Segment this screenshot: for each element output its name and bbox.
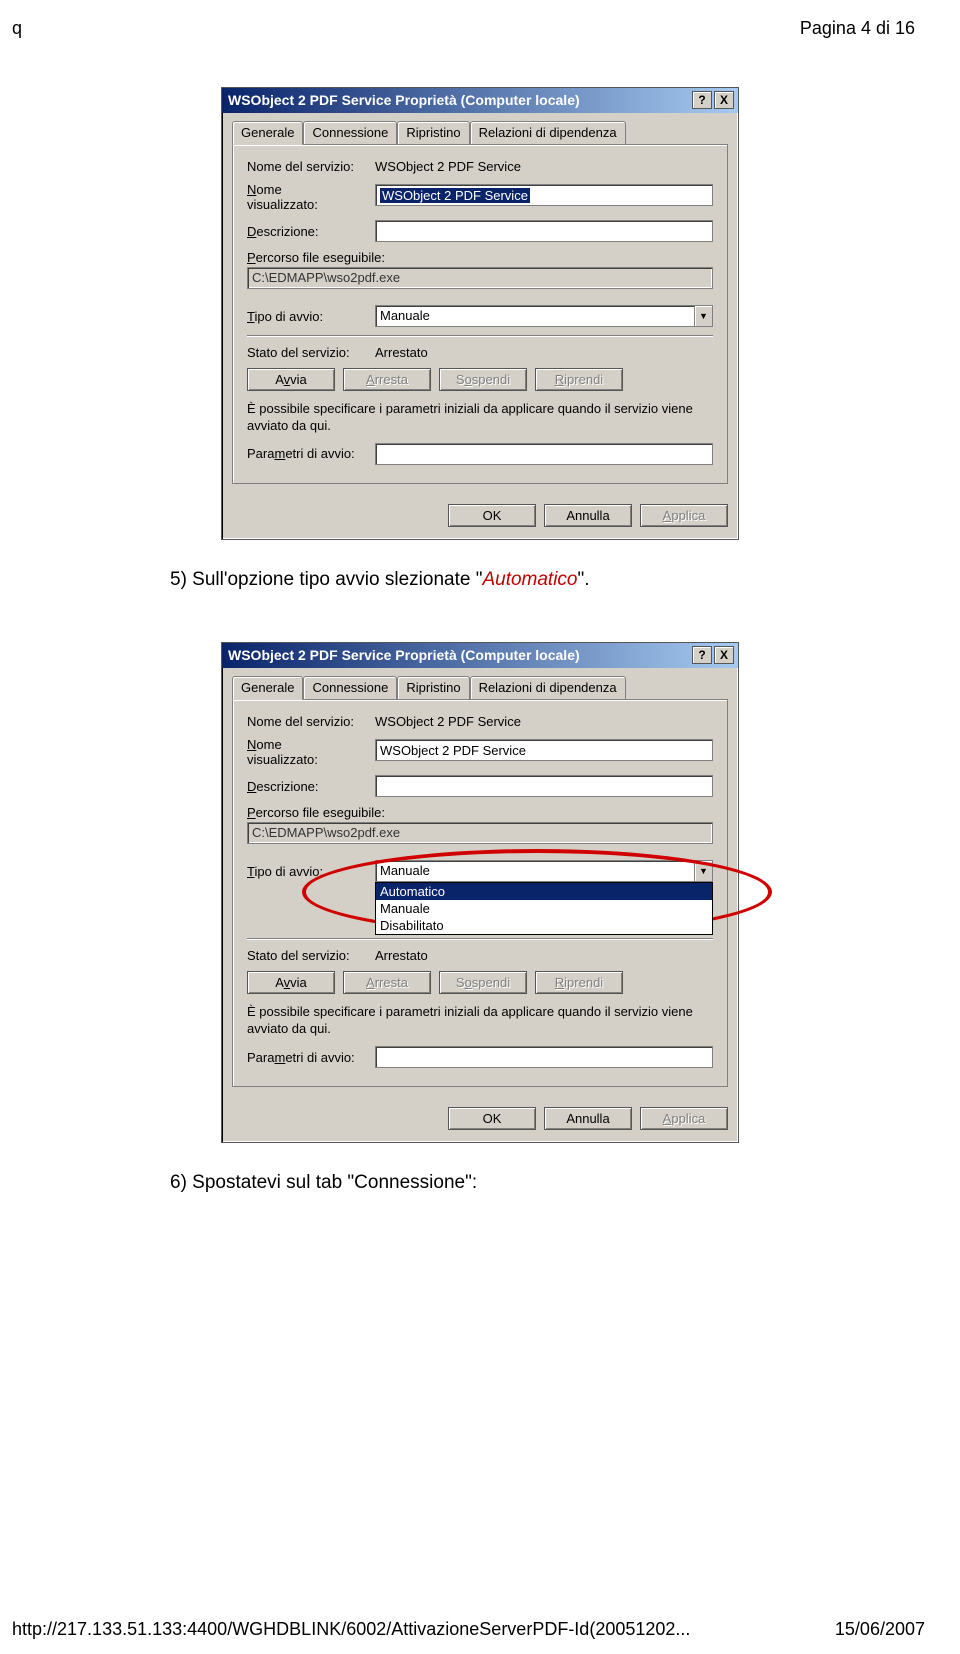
label-percorso: Percorso file eseguibile: (247, 250, 713, 265)
ok-button[interactable]: OK (448, 504, 536, 527)
riprendi-button-2: Riprendi (535, 971, 623, 994)
help-button[interactable]: ? (692, 91, 712, 109)
label-percorso-2: Percorso file eseguibile: (247, 805, 713, 820)
value-stato: Arrestato (375, 345, 428, 360)
descrizione-input-2[interactable] (375, 775, 713, 797)
label-nome-vis: Nome visualizzato: (247, 182, 375, 212)
header-left: q (12, 18, 22, 39)
applica-button: Applica (640, 504, 728, 527)
param-input-2[interactable] (375, 1046, 713, 1068)
label-descrizione-2: Descrizione: (247, 779, 375, 794)
tab-connessione-2[interactable]: Connessione (303, 676, 397, 699)
instruction-5: 5) Sull'opzione tipo avvio slezionate "A… (140, 566, 820, 595)
tipo-avvio-value: Manuale (376, 306, 694, 326)
tab-generale[interactable]: Generale (232, 121, 303, 145)
tipo-avvio-value-2: Manuale (376, 861, 694, 881)
dialog-1: WSObject 2 PDF Service Proprietà (Comput… (221, 87, 739, 540)
tabstrip: Generale Connessione Ripristino Relazion… (232, 121, 728, 144)
note-text-2: È possibile specificare i parametri iniz… (247, 1004, 713, 1038)
close-button[interactable]: X (714, 91, 734, 109)
riprendi-button: Riprendi (535, 368, 623, 391)
title-text-2: WSObject 2 PDF Service Proprietà (Comput… (228, 647, 692, 663)
avvia-button[interactable]: Avvia (247, 368, 335, 391)
label-tipo-avvio: Tipo di avvio: (247, 309, 375, 324)
sospendi-button-2: Sospendi (439, 971, 527, 994)
value-stato-2: Arrestato (375, 948, 428, 963)
option-manuale[interactable]: Manuale (376, 900, 712, 917)
label-descrizione: Descrizione: (247, 224, 375, 239)
descrizione-input[interactable] (375, 220, 713, 242)
tab-ripristino-2[interactable]: Ripristino (397, 676, 469, 699)
titlebar-2[interactable]: WSObject 2 PDF Service Proprietà (Comput… (222, 643, 738, 668)
arresta-button: Arresta (343, 368, 431, 391)
percorso-value: C:\EDMAPP\wso2pdf.exe (247, 267, 713, 289)
percorso-value-2: C:\EDMAPP\wso2pdf.exe (247, 822, 713, 844)
instruction-6: 6) Spostatevi sul tab "Connessione": (140, 1169, 820, 1198)
chevron-down-icon[interactable]: ▼ (694, 306, 712, 326)
arresta-button-2: Arresta (343, 971, 431, 994)
footer-date: 15/06/2007 (835, 1619, 925, 1640)
footer-url: http://217.133.51.133:4400/WGHDBLINK/600… (12, 1619, 690, 1640)
tipo-avvio-dropdown[interactable]: Automatico Manuale Disabilitato (375, 882, 713, 935)
nome-vis-input[interactable]: WSObject 2 PDF Service (375, 184, 713, 206)
tab-relazioni-2[interactable]: Relazioni di dipendenza (470, 676, 626, 699)
page-header: q Pagina 4 di 16 (0, 0, 960, 39)
tab-ripristino[interactable]: Ripristino (397, 121, 469, 144)
label-param: Parametri di avvio: (247, 446, 375, 461)
close-button-2[interactable]: X (714, 646, 734, 664)
tab-generale-2[interactable]: Generale (232, 676, 303, 700)
label-nome-vis-2: Nomevisualizzato: (247, 737, 375, 767)
value-nome-servizio: WSObject 2 PDF Service (375, 159, 713, 174)
title-text: WSObject 2 PDF Service Proprietà (Comput… (228, 92, 692, 108)
param-input[interactable] (375, 443, 713, 465)
chevron-down-icon-2[interactable]: ▼ (694, 861, 712, 881)
tipo-avvio-combo-2[interactable]: Manuale ▼ (375, 860, 713, 882)
help-button-2[interactable]: ? (692, 646, 712, 664)
label-param-2: Parametri di avvio: (247, 1050, 375, 1065)
annulla-button[interactable]: Annulla (544, 504, 632, 527)
option-automatico[interactable]: Automatico (376, 883, 712, 900)
option-disabilitato[interactable]: Disabilitato (376, 917, 712, 934)
note-text: È possibile specificare i parametri iniz… (247, 401, 713, 435)
value-nome-servizio-2: WSObject 2 PDF Service (375, 714, 713, 729)
ok-button-2[interactable]: OK (448, 1107, 536, 1130)
tipo-avvio-combo[interactable]: Manuale ▼ (375, 305, 713, 327)
avvia-button-2[interactable]: Avvia (247, 971, 335, 994)
tab-relazioni[interactable]: Relazioni di dipendenza (470, 121, 626, 144)
annulla-button-2[interactable]: Annulla (544, 1107, 632, 1130)
tab-connessione[interactable]: Connessione (303, 121, 397, 144)
label-stato: Stato del servizio: (247, 345, 375, 360)
dialog-2: WSObject 2 PDF Service Proprietà (Comput… (221, 642, 739, 1143)
sospendi-button: Sospendi (439, 368, 527, 391)
label-nome-servizio: Nome del servizio: (247, 159, 375, 174)
nome-vis-value: WSObject 2 PDF Service (380, 188, 530, 203)
applica-button-2: Applica (640, 1107, 728, 1130)
nome-vis-input-2[interactable]: WSObject 2 PDF Service (375, 739, 713, 761)
header-pagenum: Pagina 4 di 16 (800, 18, 915, 39)
page-footer: http://217.133.51.133:4400/WGHDBLINK/600… (0, 1619, 960, 1640)
titlebar[interactable]: WSObject 2 PDF Service Proprietà (Comput… (222, 88, 738, 113)
label-nome-servizio-2: Nome del servizio: (247, 714, 375, 729)
label-tipo-avvio-2: Tipo di avvio: (247, 864, 375, 879)
label-stato-2: Stato del servizio: (247, 948, 375, 963)
